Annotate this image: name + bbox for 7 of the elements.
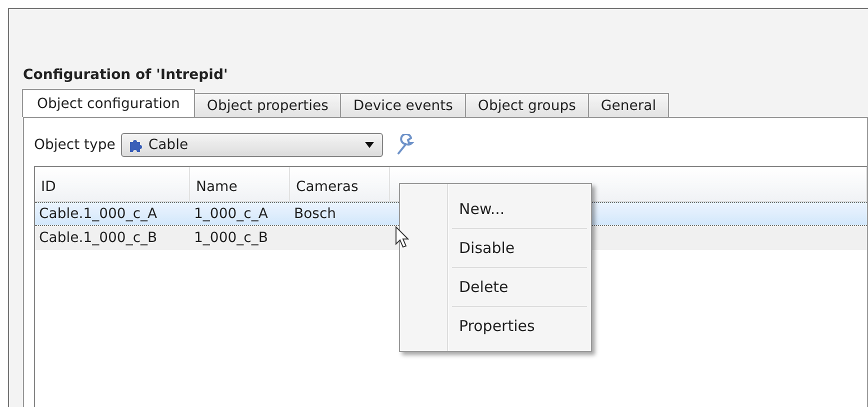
table-cell-text: Cable.1_000_c_B xyxy=(38,230,158,246)
table-cell-text: 1_000_c_A xyxy=(193,206,269,222)
section-title: Configuration of 'Intrepid' xyxy=(23,67,229,83)
table-cell-text: Cable.1_000_c_A xyxy=(38,206,158,222)
table-cell-text: 1_000_c_B xyxy=(193,230,269,246)
table-cell-text: Bosch xyxy=(293,206,338,222)
object-type-label: Object type xyxy=(34,137,116,153)
